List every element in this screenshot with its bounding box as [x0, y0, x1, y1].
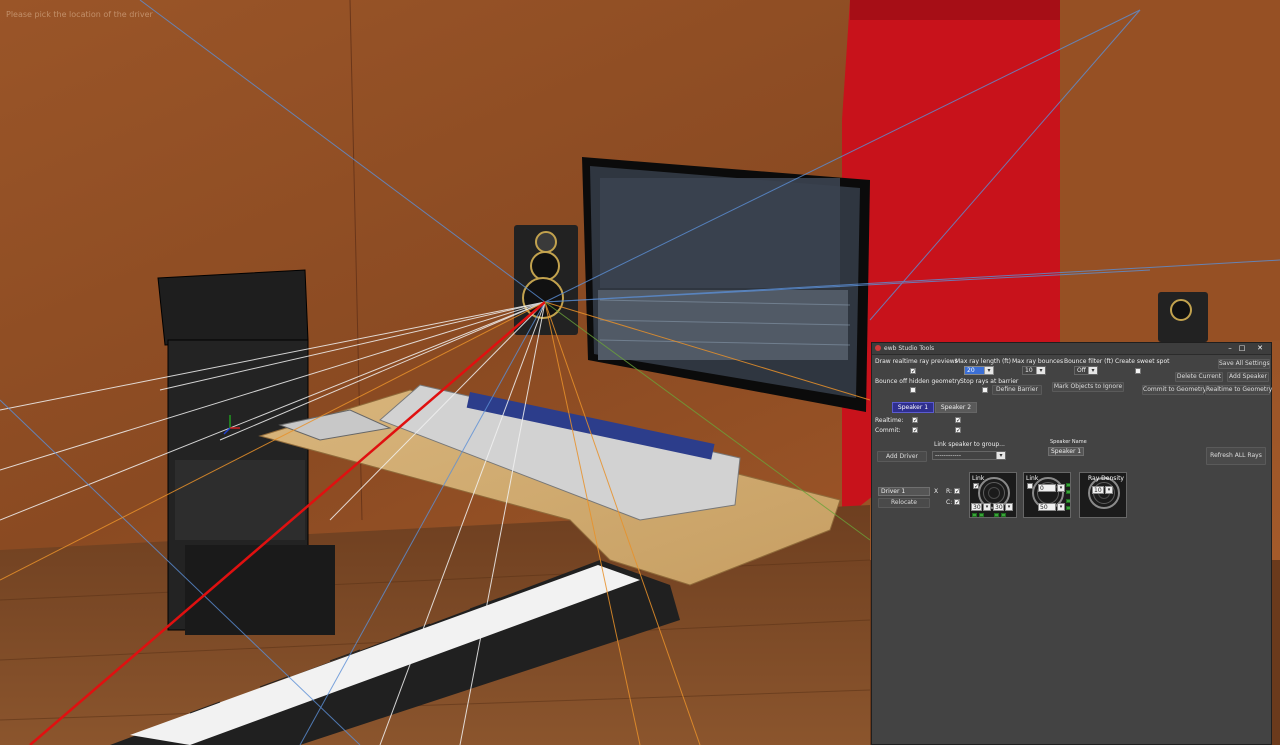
bounce-hidden-label: Bounce off hidden geometry: [875, 378, 961, 385]
nudge-icon[interactable]: [1001, 513, 1006, 517]
nudge-icon[interactable]: [979, 513, 984, 517]
dial-link-label: Link: [1026, 475, 1039, 482]
ray-density-label: Ray Density: [1088, 475, 1124, 482]
realtime-label: Realtime:: [875, 417, 904, 424]
refresh-all-rays-button[interactable]: Refresh ALL Rays: [1206, 447, 1266, 465]
max-ray-length-label: Max ray length (ft): [955, 358, 1011, 365]
dial-link-checkbox[interactable]: [1027, 483, 1033, 489]
dial-value-b[interactable]: 30: [993, 503, 1004, 511]
nudge-icon[interactable]: [1066, 499, 1070, 503]
status-text: Please pick the location of the driver: [6, 10, 153, 19]
c-label: C:: [946, 499, 953, 506]
driver-r-checkbox[interactable]: ✓: [954, 488, 960, 495]
dial-value-a[interactable]: 0: [1038, 484, 1056, 492]
aim-dial[interactable]: Link ✓ 30 ▾ 30 ▾: [969, 472, 1017, 518]
delete-current-button[interactable]: Delete Current: [1175, 372, 1223, 382]
studio-speaker-right: [1158, 292, 1208, 342]
speaker1-realtime-checkbox[interactable]: ✓: [912, 417, 918, 424]
create-sweet-spot-label: Create sweet spot: [1115, 358, 1170, 365]
stop-rays-checkbox[interactable]: [982, 387, 988, 393]
max-ray-length-select[interactable]: 20 ▾: [964, 366, 994, 375]
create-sweet-spot-checkbox[interactable]: [1135, 368, 1141, 374]
max-ray-bounces-label: Max ray bounces: [1012, 358, 1064, 365]
speaker2-commit-checkbox[interactable]: ✓: [955, 427, 961, 434]
link-group-label: Link speaker to group...: [934, 441, 1005, 448]
add-speaker-button[interactable]: Add Speaker: [1227, 372, 1269, 382]
close-button[interactable]: ✕: [1252, 344, 1268, 352]
studio-tools-window[interactable]: ewb Studio Tools – □ ✕ Draw realtime ray…: [871, 342, 1272, 745]
relocate-button[interactable]: Relocate: [878, 498, 930, 508]
tab-speaker-1[interactable]: Speaker 1: [892, 402, 934, 413]
commit-geometry-button[interactable]: Commit to Geometry: [1142, 385, 1206, 395]
app-icon: [875, 345, 881, 351]
realtime-geometry-button[interactable]: Realtime to Geometry: [1205, 385, 1272, 395]
chevron-down-icon[interactable]: ▾: [1057, 503, 1065, 511]
add-driver-button[interactable]: Add Driver: [877, 451, 927, 462]
nudge-icon[interactable]: [1066, 490, 1070, 494]
ray-density-dial[interactable]: Ray Density 10 ▾: [1079, 472, 1127, 518]
dial-link-checkbox[interactable]: ✓: [973, 483, 979, 490]
speaker-name-input[interactable]: Speaker 1: [1048, 447, 1084, 456]
driver-name-input[interactable]: Driver 1: [878, 487, 930, 496]
commit-label: Commit:: [875, 427, 901, 434]
bounce-filter-label: Bounce filter (ft): [1064, 358, 1114, 365]
dial-value-b[interactable]: 50: [1038, 503, 1056, 511]
nudge-icon[interactable]: [1066, 483, 1070, 487]
title-bar[interactable]: ewb Studio Tools – □ ✕: [872, 343, 1271, 355]
speaker2-realtime-checkbox[interactable]: ✓: [955, 417, 961, 424]
window-title: ewb Studio Tools: [884, 345, 935, 352]
mark-objects-button[interactable]: Mark Objects to Ignore: [1052, 382, 1124, 392]
draw-previews-label: Draw realtime ray previews: [875, 358, 958, 365]
speaker-name-label: Speaker Name: [1050, 439, 1087, 445]
offset-dial[interactable]: Link 0 ▾ 50 ▾: [1023, 472, 1071, 518]
nudge-icon[interactable]: [1066, 506, 1070, 510]
chevron-down-icon: ▾: [984, 367, 993, 374]
link-group-select[interactable]: ------------ ▾: [932, 451, 1006, 460]
save-all-settings-button[interactable]: Save All Settings: [1218, 359, 1270, 369]
tab-speaker-2[interactable]: Speaker 2: [935, 402, 977, 413]
maximize-button[interactable]: □: [1234, 344, 1250, 352]
draw-previews-checkbox[interactable]: ✓: [910, 368, 916, 375]
bounce-hidden-checkbox[interactable]: [910, 387, 916, 393]
studio-speaker: [514, 225, 578, 335]
chevron-down-icon: ▾: [996, 452, 1005, 459]
dial-link-label: Link: [972, 475, 985, 482]
chevron-down-icon[interactable]: ▾: [1005, 503, 1013, 511]
max-ray-bounces-select[interactable]: 10 ▾: [1022, 366, 1046, 375]
nudge-icon[interactable]: [972, 513, 977, 517]
driver-c-checkbox[interactable]: ✓: [954, 499, 960, 506]
dial-ring: [988, 487, 1000, 499]
stop-rays-label: Stop rays at barrier: [960, 378, 1019, 385]
chevron-down-icon: ▾: [1088, 367, 1097, 374]
chevron-down-icon[interactable]: ▾: [1057, 484, 1065, 492]
speaker1-commit-checkbox[interactable]: ✓: [912, 427, 918, 434]
chevron-down-icon[interactable]: ▾: [983, 503, 991, 511]
remove-driver-button[interactable]: X: [934, 488, 938, 495]
nudge-icon[interactable]: [994, 513, 999, 517]
ray-density-value[interactable]: 10: [1092, 486, 1104, 494]
r-label: R:: [946, 488, 953, 495]
dial-value-a[interactable]: 30: [971, 503, 982, 511]
chevron-down-icon: ▾: [1036, 367, 1045, 374]
define-barrier-button[interactable]: Define Barrier: [992, 385, 1042, 395]
chevron-down-icon[interactable]: ▾: [1105, 486, 1113, 494]
bounce-filter-select[interactable]: Off ▾: [1074, 366, 1098, 375]
